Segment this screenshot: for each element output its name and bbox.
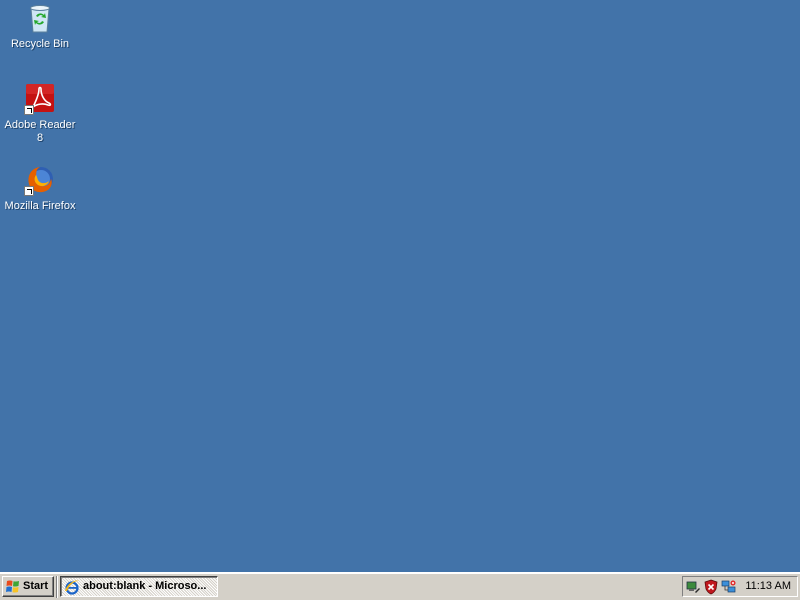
taskbar-divider — [56, 576, 58, 598]
desktop-icon-label: Adobe Reader 8 — [4, 119, 76, 144]
shortcut-arrow-icon — [24, 186, 34, 196]
clock[interactable]: 11:13 AM — [745, 577, 791, 596]
desktop-icon-label: Recycle Bin — [10, 38, 70, 50]
windows-logo-icon — [6, 580, 20, 593]
shortcut-arrow-icon — [24, 105, 34, 115]
start-label: Start — [23, 580, 49, 592]
network-icon[interactable] — [685, 579, 701, 595]
desktop-icon-label: Mozilla Firefox — [4, 200, 76, 212]
taskbar-button-label: about:blank - Microso... — [83, 580, 207, 592]
adobe-reader-icon — [24, 83, 56, 115]
desktop-icon-recycle-bin[interactable]: Recycle Bin — [2, 2, 78, 51]
recycle-bin-icon — [24, 2, 56, 34]
desktop: Recycle Bin Adobe Reader 8 Mozilla Firef… — [0, 0, 800, 572]
security-shield-icon[interactable] — [703, 579, 719, 595]
connection-icon[interactable] — [721, 579, 737, 595]
internet-explorer-icon — [64, 579, 80, 595]
taskbar-button-internet-explorer[interactable]: about:blank - Microso... — [60, 576, 218, 597]
desktop-icon-adobe-reader[interactable]: Adobe Reader 8 — [2, 83, 78, 145]
desktop-icon-mozilla-firefox[interactable]: Mozilla Firefox — [2, 164, 78, 213]
firefox-icon — [24, 164, 56, 196]
system-tray: 11:13 AM — [682, 576, 798, 597]
start-button[interactable]: Start — [2, 576, 54, 597]
taskbar: Start about:blank - Microso... 11:13 AM — [0, 572, 800, 600]
